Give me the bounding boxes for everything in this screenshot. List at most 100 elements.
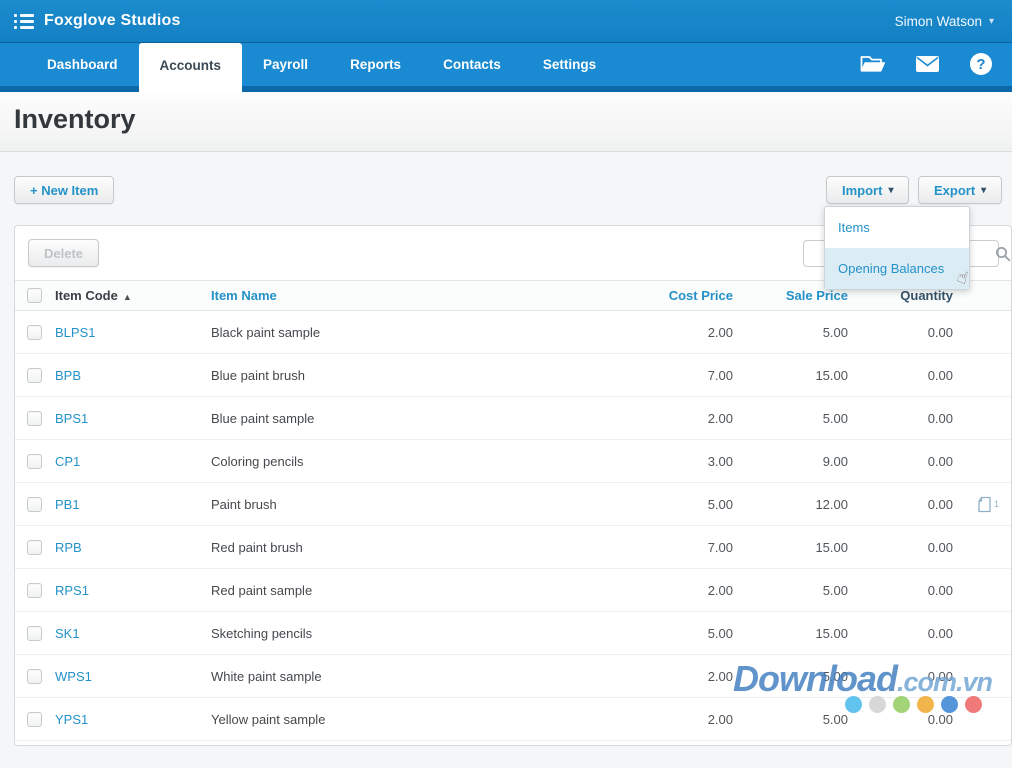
quantity-value: 0.00 <box>858 626 963 641</box>
cost-price-value: 7.00 <box>623 540 743 555</box>
import-dropdown-menu: ItemsOpening Balances☝ <box>824 206 970 290</box>
row-checkbox[interactable] <box>27 583 42 598</box>
quantity-value: 0.00 <box>858 454 963 469</box>
row-checkbox[interactable] <box>27 540 42 555</box>
item-name: Black paint sample <box>205 325 623 340</box>
sale-price-value: 12.00 <box>743 497 858 512</box>
nav-tab-reports[interactable]: Reports <box>329 43 422 86</box>
row-checkbox[interactable] <box>27 454 42 469</box>
inventory-panel: Delete Item Code ▲ Item Name Cost Price S… <box>14 225 1012 746</box>
item-code-link[interactable]: SK1 <box>55 626 80 641</box>
import-button[interactable]: Import ▾ <box>826 176 909 204</box>
item-code-link[interactable]: CP1 <box>55 454 80 469</box>
export-button[interactable]: Export ▾ <box>918 176 1002 204</box>
new-item-button[interactable]: + New Item <box>14 176 114 204</box>
nav-tab-contacts[interactable]: Contacts <box>422 43 522 86</box>
cost-price-value: 3.00 <box>623 454 743 469</box>
column-header-sale-price[interactable]: Sale Price <box>743 288 858 303</box>
item-name: Blue paint brush <box>205 368 623 383</box>
sale-price-value: 5.00 <box>743 411 858 426</box>
item-code-link[interactable]: WPS1 <box>55 669 92 684</box>
cost-price-value: 2.00 <box>623 583 743 598</box>
quantity-value: 0.00 <box>858 669 963 684</box>
item-code-link[interactable]: BLPS1 <box>55 325 95 340</box>
top-bar: Foxglove Studios Simon Watson ▾ <box>0 0 1012 42</box>
delete-label: Delete <box>44 246 83 261</box>
column-header-cost-price[interactable]: Cost Price <box>623 288 743 303</box>
note-count: 1 <box>994 499 999 509</box>
page-title: Inventory <box>14 104 136 135</box>
nav-tab-payroll[interactable]: Payroll <box>242 43 329 86</box>
cost-price-value: 5.00 <box>623 497 743 512</box>
chevron-down-icon: ▾ <box>989 16 994 27</box>
cost-price-value: 2.00 <box>623 325 743 340</box>
row-checkbox[interactable] <box>27 712 42 727</box>
quantity-value: 0.00 <box>858 712 963 727</box>
row-checkbox[interactable] <box>27 411 42 426</box>
sale-price-value: 5.00 <box>743 325 858 340</box>
item-code-link[interactable]: PB1 <box>55 497 80 512</box>
item-code-link[interactable]: YPS1 <box>55 712 88 727</box>
quantity-value: 0.00 <box>858 540 963 555</box>
table-row: YPS1 Yellow paint sample2.005.000.00 <box>15 698 1011 741</box>
column-header-item-name[interactable]: Item Name <box>205 288 623 303</box>
user-menu[interactable]: Simon Watson ▾ <box>895 0 994 42</box>
item-code-header-label: Item Code <box>55 288 118 303</box>
cost-price-value: 2.00 <box>623 669 743 684</box>
sale-price-value: 5.00 <box>743 583 858 598</box>
column-header-quantity[interactable]: Quantity <box>858 288 963 303</box>
table-row: CP1Coloring pencils3.009.000.00 <box>15 440 1011 483</box>
delete-button[interactable]: Delete <box>28 239 99 267</box>
chevron-down-icon: ▾ <box>888 185 893 196</box>
nav-tab-dashboard[interactable]: Dashboard <box>26 43 139 86</box>
mail-icon[interactable] <box>914 52 940 76</box>
sale-price-value: 5.00 <box>743 669 858 684</box>
document-icon[interactable] <box>977 496 992 513</box>
nav-tab-settings[interactable]: Settings <box>522 43 617 86</box>
app-logo-icon[interactable] <box>14 14 34 29</box>
cost-price-value: 2.00 <box>623 712 743 727</box>
item-name: Paint brush <box>205 497 623 512</box>
item-name: Coloring pencils <box>205 454 623 469</box>
export-label: Export <box>934 183 975 198</box>
item-code-link[interactable]: BPB <box>55 368 81 383</box>
folder-icon[interactable] <box>860 52 886 76</box>
help-glyph: ? <box>970 53 992 75</box>
help-icon[interactable]: ? <box>968 52 994 76</box>
quantity-value: 0.00 <box>858 411 963 426</box>
sale-price-value: 5.00 <box>743 712 858 727</box>
main-nav: DashboardAccountsPayrollReportsContactsS… <box>0 42 1012 92</box>
column-header-item-code[interactable]: Item Code ▲ <box>55 288 205 303</box>
user-name: Simon Watson <box>895 14 982 29</box>
item-name: Red paint brush <box>205 540 623 555</box>
table-row: WPS1 White paint sample2.005.000.00 <box>15 655 1011 698</box>
row-checkbox[interactable] <box>27 325 42 340</box>
nav-tab-accounts[interactable]: Accounts <box>139 43 243 93</box>
item-code-link[interactable]: BPS1 <box>55 411 88 426</box>
row-checkbox[interactable] <box>27 626 42 641</box>
row-checkbox[interactable] <box>27 368 42 383</box>
table-row: BLPS1 Black paint sample2.005.000.00 <box>15 311 1011 354</box>
sort-asc-icon: ▲ <box>123 292 132 302</box>
table-row: SK1Sketching pencils5.0015.000.00 <box>15 612 1011 655</box>
import-menu-item-items[interactable]: Items <box>825 207 969 248</box>
row-checkbox[interactable] <box>27 497 42 512</box>
item-name: Sketching pencils <box>205 626 623 641</box>
select-all-checkbox[interactable] <box>27 288 42 303</box>
search-icon[interactable] <box>995 246 1011 262</box>
table-row: PB1 Paint brush5.0012.000.00 1 <box>15 483 1011 526</box>
quantity-value: 0.00 <box>858 325 963 340</box>
table-row: RPBRed paint brush7.0015.000.00 <box>15 526 1011 569</box>
cost-price-value: 5.00 <box>623 626 743 641</box>
chevron-down-icon: ▾ <box>981 185 986 196</box>
item-code-link[interactable]: RPB <box>55 540 82 555</box>
quantity-value: 0.00 <box>858 497 963 512</box>
row-checkbox[interactable] <box>27 669 42 684</box>
import-menu-item-opening-balances[interactable]: Opening Balances☝ <box>825 248 969 289</box>
sale-price-value: 15.00 <box>743 368 858 383</box>
table-row: BPS1Blue paint sample2.005.000.00 <box>15 397 1011 440</box>
item-name: White paint sample <box>205 669 623 684</box>
item-code-link[interactable]: RPS1 <box>55 583 89 598</box>
item-name: Yellow paint sample <box>205 712 623 727</box>
page-header: Inventory <box>0 92 1012 152</box>
